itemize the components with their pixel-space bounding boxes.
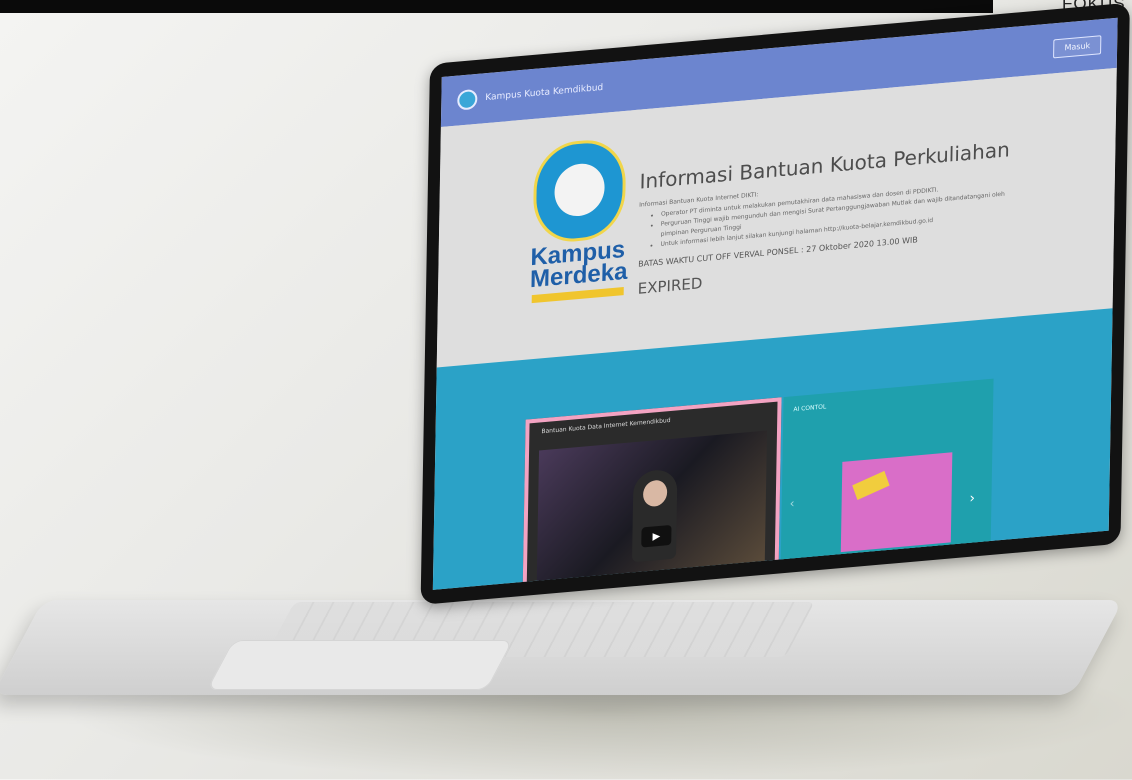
trackpad[interactable] bbox=[206, 640, 514, 690]
carousel-next-icon[interactable]: › bbox=[969, 490, 975, 507]
login-button[interactable]: Masuk bbox=[1053, 34, 1102, 58]
webpage-display: Kampus Kuota Kemdikbud Masuk Kampus Merd… bbox=[432, 17, 1118, 590]
play-icon[interactable]: ▶ bbox=[641, 524, 672, 548]
info-list: Operator PT diminta untuk melakukan pemu… bbox=[650, 178, 1021, 250]
video-title[interactable]: Bantuan Kuota Data Internet Kemendikbud bbox=[541, 417, 670, 435]
kampus-merdeka-logo: Kampus Merdeka bbox=[529, 236, 628, 294]
screen-bezel: Kampus Kuota Kemdikbud Masuk Kampus Merd… bbox=[420, 2, 1130, 605]
top-black-bar bbox=[0, 0, 993, 13]
laptop-screen: Kampus Kuota Kemdikbud Masuk Kampus Merd… bbox=[420, 1, 1132, 625]
carousel-image bbox=[840, 452, 953, 553]
site-title[interactable]: Kampus Kuota Kemdikbud bbox=[485, 83, 603, 103]
status-expired: EXPIRED bbox=[637, 274, 703, 298]
carousel-prev-icon[interactable]: ‹ bbox=[790, 496, 795, 510]
video-thumbnail[interactable]: ▶ bbox=[536, 430, 768, 583]
carousel-label: AI CONTOL bbox=[793, 403, 827, 414]
emblem-inner bbox=[554, 161, 606, 219]
video-player[interactable]: Bantuan Kuota Data Internet Kemendikbud … bbox=[522, 397, 782, 590]
tut-wuri-emblem-icon bbox=[532, 136, 627, 246]
logo-text-merdeka: Merdeka bbox=[529, 257, 628, 294]
image-carousel[interactable]: AI CONTOL ‹ › bbox=[780, 378, 994, 568]
site-logo-icon[interactable] bbox=[457, 88, 478, 111]
